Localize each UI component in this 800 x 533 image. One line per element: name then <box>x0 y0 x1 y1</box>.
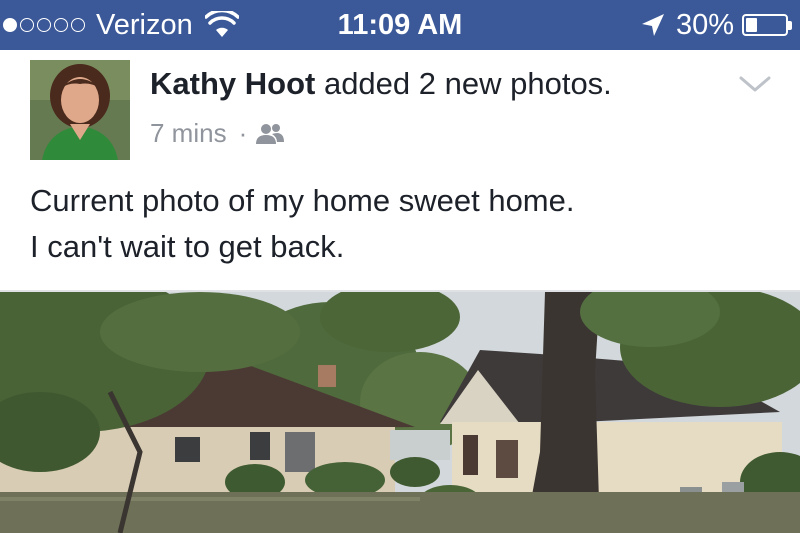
author-name[interactable]: Kathy Hoot <box>150 66 315 101</box>
friends-icon[interactable] <box>255 123 285 145</box>
post-headline: Kathy Hoot added 2 new photos. <box>150 66 612 102</box>
post-message: Current photo of my home sweet home. I c… <box>30 178 574 270</box>
meta-separator: · <box>238 118 248 148</box>
status-bar: Verizon 11:09 AM 30% <box>0 0 800 50</box>
chevron-down-icon[interactable] <box>738 74 772 94</box>
battery-icon <box>742 14 788 36</box>
battery-percent: 30% <box>675 8 734 41</box>
post-meta: 7 mins · <box>150 118 285 149</box>
post-photo[interactable] <box>0 292 800 533</box>
post-timestamp[interactable]: 7 mins <box>150 118 227 149</box>
post-action: added 2 new photos. <box>323 66 612 101</box>
battery-tip <box>788 20 792 30</box>
avatar[interactable] <box>30 60 130 160</box>
post-text-line: Current photo of my home sweet home. <box>30 183 575 218</box>
status-right: 30% <box>640 0 792 50</box>
battery-fill <box>746 18 757 32</box>
flooded-house-photo <box>0 292 800 533</box>
post-text-line: I can't wait to get back. <box>30 229 345 264</box>
avatar-image <box>30 60 130 160</box>
location-arrow-icon <box>641 14 664 36</box>
